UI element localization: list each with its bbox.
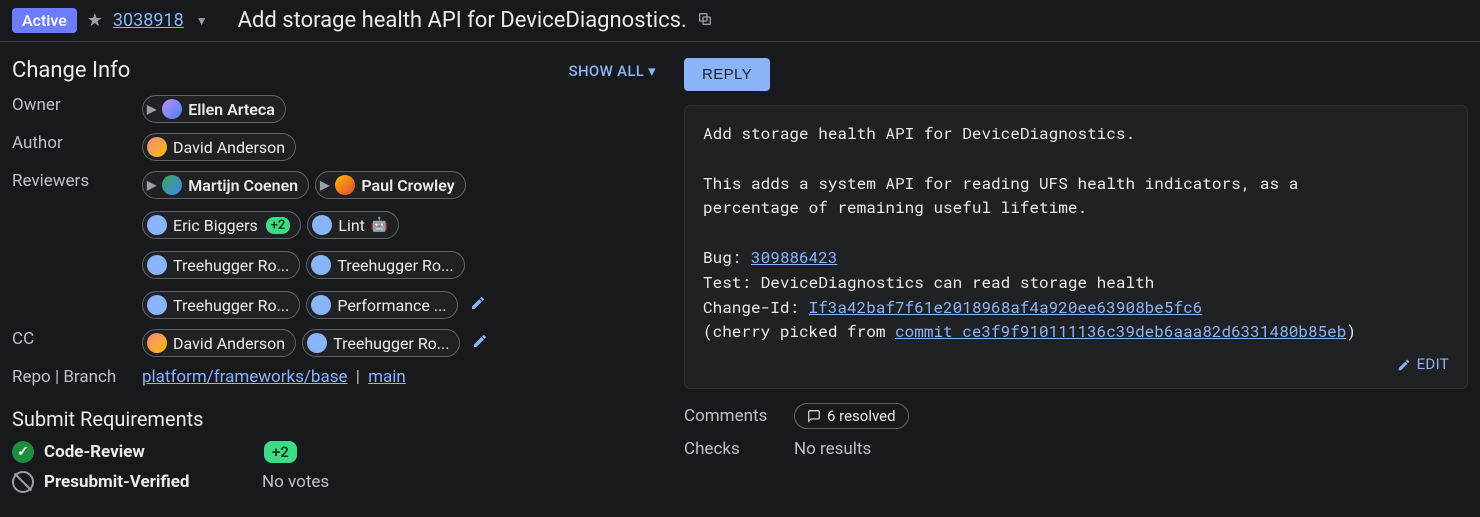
cc-name: Treehugger Ro... [333, 334, 449, 353]
commit-message: Add storage health API for DeviceDiagnos… [684, 105, 1468, 389]
avatar [147, 333, 167, 353]
edit-commit-message[interactable]: EDIT [1397, 353, 1449, 376]
repo-branch-label: Repo | Branch [12, 367, 142, 387]
avatar [147, 295, 167, 315]
avatar [311, 295, 331, 315]
avatar [147, 137, 167, 157]
attention-icon: ▶ [320, 178, 329, 192]
submit-requirements-heading: Submit Requirements [12, 407, 660, 431]
bug-link[interactable]: 309886423 [751, 247, 837, 268]
requirement-name: Code-Review [44, 442, 145, 462]
comments-resolved-chip[interactable]: 6 resolved [794, 403, 909, 429]
comment-icon [807, 409, 821, 423]
reviewer-name: Martijn Coenen [188, 176, 298, 195]
cc-chip[interactable]: David Anderson [142, 329, 296, 357]
change-title: Add storage health API for DeviceDiagnos… [238, 8, 687, 33]
requirement-name: Presubmit-Verified [44, 472, 189, 492]
avatar [162, 99, 182, 119]
star-icon[interactable]: ★ [87, 10, 103, 31]
chevron-down-icon[interactable]: ▼ [196, 14, 208, 28]
vote-badge: +2 [264, 441, 297, 463]
no-votes-text: No votes [262, 472, 660, 492]
reviewer-name: Lint [338, 216, 365, 235]
avatar [312, 215, 332, 235]
block-icon [12, 471, 34, 493]
reviewer-name: Treehugger Ro... [173, 296, 289, 315]
chevron-down-icon: ▾ [648, 62, 656, 80]
avatar [147, 255, 167, 275]
reviewer-chip[interactable]: ▶ Paul Crowley [315, 171, 466, 199]
owner-label: Owner [12, 95, 142, 115]
author-chip[interactable]: David Anderson [142, 133, 296, 161]
reviewer-chip[interactable]: Treehugger Ro... [142, 251, 300, 279]
comments-label: Comments [684, 406, 794, 426]
vote-badge: +2 [266, 217, 291, 234]
status-badge: Active [12, 8, 77, 33]
cc-name: David Anderson [173, 334, 285, 353]
author-label: Author [12, 133, 142, 153]
cc-chip[interactable]: Treehugger Ro... [302, 329, 460, 357]
commit-body: This adds a system API for reading UFS h… [703, 173, 1298, 219]
check-icon: ✓ [12, 441, 34, 463]
attention-icon: ▶ [147, 178, 156, 192]
reply-button[interactable]: REPLY [684, 58, 770, 91]
robot-icon: 🤖 [371, 217, 388, 233]
reviewer-name: Eric Biggers [173, 216, 258, 235]
reviewers-list: ▶ Martijn Coenen ▶ Paul Crowley Eric Big… [142, 171, 660, 319]
reviewer-name: Paul Crowley [361, 176, 454, 195]
show-all-button[interactable]: SHOW ALL ▾ [569, 62, 656, 80]
avatar [147, 215, 167, 235]
cc-label: CC [12, 329, 142, 349]
cc-list: David Anderson Treehugger Ro... [142, 329, 660, 357]
owner-name: Ellen Arteca [188, 100, 275, 119]
reviewer-chip[interactable]: Eric Biggers +2 [142, 211, 301, 239]
avatar [311, 255, 331, 275]
reviewer-chip[interactable]: Treehugger Ro... [306, 251, 464, 279]
attention-icon: ▶ [147, 102, 156, 116]
avatar [335, 175, 355, 195]
checks-value: No results [794, 439, 1468, 459]
author-name: David Anderson [173, 138, 285, 157]
reviewers-label: Reviewers [12, 171, 142, 191]
avatar [162, 175, 182, 195]
reviewer-name: Treehugger Ro... [173, 256, 289, 275]
edit-reviewers-icon[interactable] [470, 295, 486, 316]
reviewer-chip[interactable]: ▶ Martijn Coenen [142, 171, 309, 199]
repo-link[interactable]: platform/frameworks/base [142, 367, 348, 387]
reviewer-chip[interactable]: Lint 🤖 [307, 211, 399, 239]
edit-cc-icon[interactable] [472, 333, 488, 354]
checks-label: Checks [684, 439, 794, 459]
reviewer-chip[interactable]: Performance ... [306, 291, 457, 319]
branch-link[interactable]: main [368, 367, 406, 387]
cherry-pick-link[interactable]: commit ce3f9f910111136c39deb6aaa82d63314… [895, 321, 1346, 342]
reviewer-name: Treehugger Ro... [337, 256, 453, 275]
owner-chip[interactable]: ▶ Ellen Arteca [142, 95, 286, 123]
avatar [307, 333, 327, 353]
reviewer-chip[interactable]: Treehugger Ro... [142, 291, 300, 319]
change-info-heading: Change Info [12, 58, 130, 83]
topbar: Active ★ 3038918 ▼ Add storage health AP… [0, 0, 1480, 42]
copy-icon[interactable] [697, 11, 713, 31]
change-number-link[interactable]: 3038918 [113, 10, 184, 31]
changeid-link[interactable]: If3a42baf7f61e2018968af4a920ee63908be5fc… [809, 297, 1203, 318]
commit-subject: Add storage health API for DeviceDiagnos… [703, 123, 1135, 144]
reviewer-name: Performance ... [337, 296, 446, 315]
